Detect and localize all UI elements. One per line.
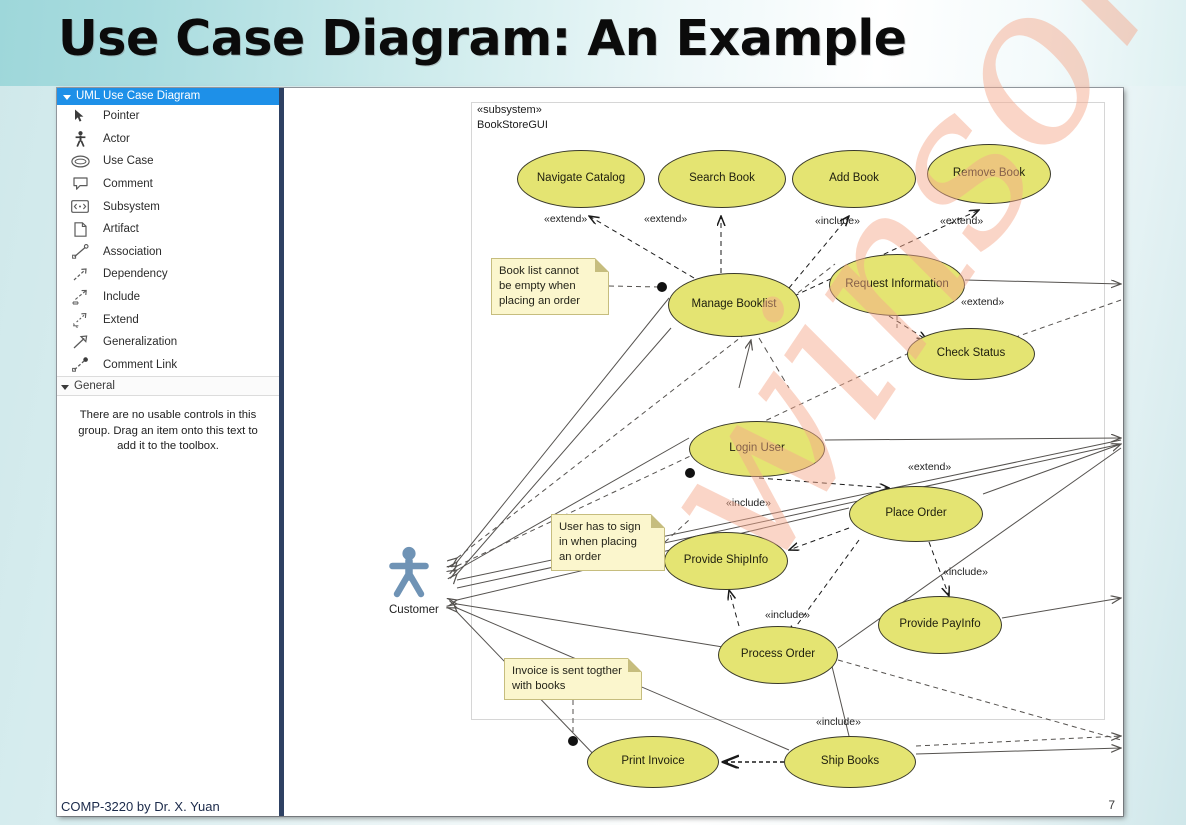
page-title: Use Case Diagram: An Example — [58, 10, 907, 67]
slide-title-band: Use Case Diagram: An Example — [0, 0, 1186, 86]
use-case-icon — [57, 155, 103, 168]
subsystem-icon — [57, 200, 103, 214]
general-empty-note: There are no usable controls in this gro… — [78, 409, 258, 453]
use-case-manage-booklist[interactable]: Manage Booklist — [668, 273, 800, 337]
association-icon — [57, 244, 103, 260]
toolbox-panel: UML Use Case Diagram Pointer Actor Use Cas… — [57, 88, 284, 816]
stereotype-extend-search-book: «extend» — [644, 213, 688, 225]
use-case-ship-books[interactable]: Ship Books — [784, 736, 916, 788]
stereotype-extend-place-order: «extend» — [908, 461, 952, 473]
use-case-search-book[interactable]: Search Book — [658, 150, 786, 208]
actor-figure-icon — [389, 546, 429, 603]
uml-editor-window: UML Use Case Diagram Pointer Actor Use Cas… — [57, 88, 1123, 816]
stereotype-include-provide-shipinfo: «include» — [726, 497, 771, 509]
general-header-label: General — [74, 380, 115, 393]
toolbox-item-list: Pointer Actor Use Case Comment Subsystem Arti… — [57, 105, 279, 376]
use-case-label: Search Book — [689, 172, 755, 185]
toolbox-item-label: Comment — [103, 178, 153, 191]
use-case-process-order[interactable]: Process Order — [718, 626, 838, 684]
use-case-place-order[interactable]: Place Order — [849, 486, 983, 542]
stereotype-extend-navigate-catalog: «extend» — [544, 213, 588, 225]
anchor-dot — [657, 282, 667, 292]
toolbox-item-label: Pointer — [103, 110, 140, 123]
use-case-label: Manage Booklist — [691, 298, 777, 311]
use-case-label: Provide ShipInfo — [683, 554, 769, 567]
use-case-print-invoice[interactable]: Print Invoice — [587, 736, 719, 788]
toolbox-item-label: Extend — [103, 313, 139, 326]
toolbox-header-general[interactable]: General — [57, 376, 279, 397]
use-case-label: Remove Book — [952, 167, 1026, 180]
toolbox-item-association[interactable]: Association — [57, 241, 279, 264]
slide-footer: COMP-3220 by Dr. X. Yuan — [61, 799, 220, 814]
use-case-label: Place Order — [885, 507, 947, 520]
use-case-add-book[interactable]: Add Book — [792, 150, 916, 208]
use-case-label: Provide PayInfo — [899, 618, 981, 631]
extend-icon — [57, 312, 103, 328]
diagram-canvas[interactable]: «subsystem» BookStoreGUI Navigate Catalo… — [289, 88, 1123, 816]
use-case-label: Check Status — [936, 347, 1006, 360]
toolbox-item-label: Include — [103, 291, 141, 304]
anchor-dot — [685, 468, 695, 478]
dependency-icon — [57, 267, 103, 282]
note-signin[interactable]: User has to sign in when placing an orde… — [551, 514, 665, 571]
stereotype-include-add-book: «include» — [815, 215, 860, 227]
toolbox-item-label: Artifact — [103, 223, 139, 236]
actor-label: Customer — [389, 604, 439, 616]
use-case-provide-payinfo[interactable]: Provide PayInfo — [878, 596, 1002, 654]
actor-customer[interactable]: Customer — [389, 546, 439, 616]
toolbox-item-label: Association — [103, 245, 162, 258]
use-case-label: Print Invoice — [621, 755, 685, 768]
stereotype-include-ship-books: «include» — [816, 716, 861, 728]
anchor-dot — [568, 736, 578, 746]
toolbox-item-pointer[interactable]: Pointer — [57, 105, 279, 128]
stereotype-extend-remove-book: «extend» — [940, 215, 984, 227]
stereotype-extend-check-status: «extend» — [961, 296, 1005, 308]
toolbox-item-comment-link[interactable]: Comment Link — [57, 354, 279, 377]
toolbox-item-use-case[interactable]: Use Case — [57, 150, 279, 173]
stereotype-include-provide-payinfo: «include» — [943, 566, 988, 578]
toolbox-item-label: Actor — [103, 132, 130, 145]
use-case-provide-shipinfo[interactable]: Provide ShipInfo — [664, 532, 788, 590]
toolbox-item-subsystem[interactable]: Subsystem — [57, 195, 279, 218]
toolbox-item-comment[interactable]: Comment — [57, 173, 279, 196]
artifact-icon — [57, 221, 103, 237]
pointer-icon — [57, 109, 103, 123]
toolbox-header-label: UML Use Case Diagram — [76, 90, 201, 102]
toolbox-item-include[interactable]: Include — [57, 286, 279, 309]
toolbox-item-label: Comment Link — [103, 358, 178, 371]
toolbox-header-uml-use-case-diagram[interactable]: UML Use Case Diagram — [57, 88, 279, 105]
toolbox-item-actor[interactable]: Actor — [57, 128, 279, 151]
use-case-label: Add Book — [829, 172, 879, 185]
use-case-label: Navigate Catalog — [536, 172, 626, 185]
use-case-label: Request Information — [845, 278, 949, 291]
comment-icon — [57, 177, 103, 191]
include-icon — [57, 289, 103, 305]
use-case-label: Login User — [729, 442, 785, 455]
generalization-icon — [57, 335, 103, 350]
comment-link-icon — [57, 357, 103, 373]
toolbox-item-label: Subsystem — [103, 200, 160, 213]
note-invoice[interactable]: Invoice is sent togther with books — [504, 658, 642, 700]
actor-icon — [57, 130, 103, 147]
toolbox-item-label: Use Case — [103, 155, 154, 168]
toolbox-item-extend[interactable]: Extend — [57, 308, 279, 331]
use-case-navigate-catalog[interactable]: Navigate Catalog — [517, 150, 645, 208]
toolbox-item-label: Generalization — [103, 336, 178, 349]
use-case-label: Process Order — [740, 648, 816, 661]
use-case-remove-book[interactable]: Remove Book — [927, 144, 1051, 204]
note-booklist[interactable]: Book list cannot be empty when placing a… — [491, 258, 609, 315]
use-case-check-status[interactable]: Check Status — [907, 328, 1035, 380]
use-case-request-information[interactable]: Request Information — [829, 254, 965, 316]
toolbox-item-generalization[interactable]: Generalization — [57, 331, 279, 354]
expander-triangle-icon — [63, 95, 71, 100]
use-case-label: Ship Books — [820, 755, 880, 768]
use-case-login-user[interactable]: Login User — [689, 421, 825, 477]
stereotype-include-process-order: «include» — [765, 609, 810, 621]
toolbox-item-dependency[interactable]: Dependency — [57, 263, 279, 286]
expander-triangle-icon — [61, 384, 69, 390]
toolbox-item-artifact[interactable]: Artifact — [57, 218, 279, 241]
toolbox-item-label: Dependency — [103, 268, 168, 281]
